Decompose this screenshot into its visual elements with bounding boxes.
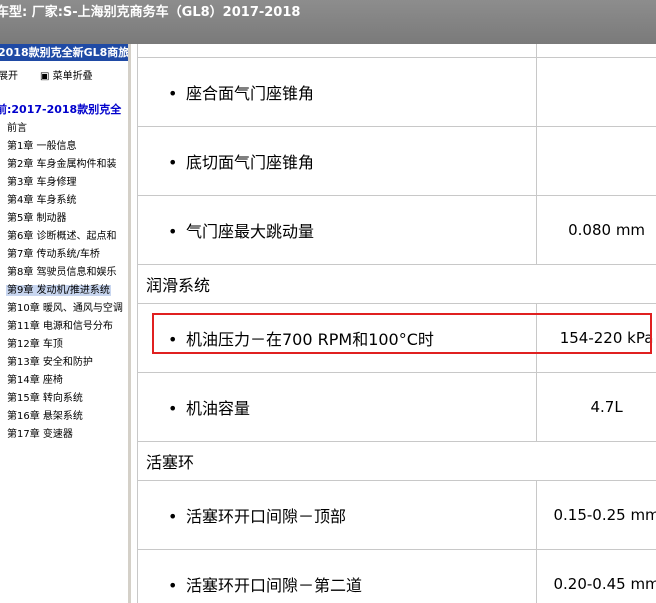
window-title: 车型: 厂家:S-上海别克商务车（GL8）2017-2018 [0, 5, 301, 20]
chapter-item[interactable]: 第12章 车顶 [6, 336, 124, 354]
spec-value: 4.7L [536, 372, 656, 442]
collapse-menu-link[interactable]: ▣ 菜单折叠 [40, 67, 93, 82]
table-row: • 机油压力－在700 RPM和100°C时 154-220 kPa [136, 303, 656, 373]
chapter-item-label: 第7章 传动系统/车桥 [7, 249, 100, 260]
chapter-item[interactable]: 第5章 制动器 [6, 210, 124, 228]
collapse-tree-icon: ▣ [40, 71, 53, 82]
section-header-row: 活塞环 [137, 441, 656, 481]
chapter-item[interactable]: 第16章 悬架系统 [6, 408, 124, 426]
spec-table: • 座合面气门座锥角 • 底切面气门座锥角 • 气门座最大跳动量 0.080 mm 润滑系统 •… [136, 44, 656, 603]
spec-label: 机油压力－在700 RPM和100°C时 [186, 330, 434, 349]
chapter-item-label: 第6章 诊断概述、起点和 [7, 231, 117, 242]
spec-value: 154-220 kPa [536, 303, 656, 373]
chapter-item[interactable]: 前言 [6, 120, 124, 138]
table-row [136, 44, 656, 58]
table-row: • 活塞环开口间隙－第二道 0.20-0.45 mm [136, 549, 656, 603]
content-pane: • 座合面气门座锥角 • 底切面气门座锥角 • 气门座最大跳动量 0.080 mm 润滑系统 •… [131, 44, 656, 603]
spec-label-cell: • 气门座最大跳动量 [136, 195, 538, 265]
spec-value: 0.20-0.45 mm [536, 549, 656, 603]
bullet-icon: • [168, 153, 178, 172]
spec-value: 0.080 mm [536, 195, 656, 265]
table-row: • 机油容量 4.7L [136, 372, 656, 442]
spec-label-cell: • 底切面气门座锥角 [136, 126, 538, 196]
chapter-item-label: 第5章 制动器 [7, 213, 67, 224]
chapter-item-label: 第8章 驾驶员信息和娱乐 [7, 267, 117, 278]
chapter-item-label: 第12章 车顶 [7, 339, 63, 350]
section-header-row: 润滑系统 [137, 264, 656, 304]
chapter-item[interactable]: 第6章 诊断概述、起点和 [6, 228, 124, 246]
chapter-item[interactable]: 第13章 安全和防护 [6, 354, 124, 372]
spec-label-cell: • 机油容量 [136, 372, 538, 442]
chapter-item[interactable]: 第14章 座椅 [6, 372, 124, 390]
spec-value [536, 57, 656, 127]
spec-label: 活塞环开口间隙－顶部 [186, 507, 347, 526]
spec-value: 0.15-0.25 mm [536, 480, 656, 550]
chapter-item[interactable]: 第1章 一般信息 [6, 138, 124, 156]
bullet-icon: • [168, 222, 178, 241]
book-title[interactable]: 2018款别克全新GL8商旅 [0, 44, 128, 61]
chapter-item[interactable]: 第4章 车身系统 [6, 192, 124, 210]
spec-label: 活塞环开口间隙－第二道 [186, 576, 363, 595]
spec-label-cell: • 活塞环开口间隙－第二道 [136, 549, 538, 603]
chapter-item-label: 第15章 转向系统 [7, 393, 83, 404]
expand-all-link[interactable]: 展开 [0, 67, 18, 82]
spec-label: 底切面气门座锥角 [186, 153, 315, 172]
chapter-item-label: 第14章 座椅 [7, 375, 63, 386]
spec-label-cell: • 机油压力－在700 RPM和100°C时 [136, 303, 538, 373]
chapter-item-label: 第10章 暖风、通风与空调 [7, 303, 123, 314]
chapter-item[interactable]: 第7章 传动系统/车桥 [6, 246, 124, 264]
chapter-item-label: 第17章 变速器 [7, 429, 73, 440]
window-title-bar: 车型: 厂家:S-上海别克商务车（GL8）2017-2018 [0, 0, 656, 44]
model-title[interactable]: 前:2017-2018款别克全 [0, 101, 121, 117]
chapter-tree: 前言第1章 一般信息第2章 车身金属构件和装 第3章 车身修理 第4章 车身系统 第5… [6, 120, 124, 444]
chapter-item[interactable]: 第3章 车身修理 [6, 174, 124, 192]
chapter-item[interactable]: 第15章 转向系统 [6, 390, 124, 408]
spec-value [536, 126, 656, 196]
chapter-item-label: 第11章 电源和信号分布 [7, 321, 113, 332]
chapter-item-label: 第13章 安全和防护 [7, 357, 93, 368]
spec-label-cell: • 活塞环开口间隙－顶部 [136, 480, 538, 550]
spec-label-cell: • 座合面气门座锥角 [136, 57, 538, 127]
tree-tools: 展开 ▣ 菜单折叠 [0, 65, 128, 82]
section-title: 润滑系统 [137, 264, 656, 304]
bullet-icon: • [168, 84, 178, 103]
chapter-item[interactable]: 第9章 发动机/推进系统 [6, 282, 124, 300]
table-row: • 座合面气门座锥角 [136, 57, 656, 127]
sidebar: 2018款别克全新GL8商旅 展开 ▣ 菜单折叠 前:2017-2018款别克全… [0, 44, 129, 603]
table-row: • 活塞环开口间隙－顶部 0.15-0.25 mm [136, 480, 656, 550]
bullet-icon: • [168, 507, 178, 526]
chapter-item[interactable]: 第17章 变速器 [6, 426, 124, 444]
chapter-item[interactable]: 第10章 暖风、通风与空调 [6, 300, 124, 318]
chapter-item[interactable]: 第11章 电源和信号分布 [6, 318, 124, 336]
chapter-item-label: 第3章 车身修理 [7, 177, 77, 188]
chapter-item-label: 第4章 车身系统 [7, 195, 77, 206]
chapter-item-label: 第1章 一般信息 [7, 141, 77, 152]
chapter-item[interactable]: 第2章 车身金属构件和装 [6, 156, 124, 174]
table-row: • 底切面气门座锥角 [136, 126, 656, 196]
chapter-item-label: 第9章 发动机/推进系统 [6, 285, 111, 296]
chapter-item[interactable]: 第8章 驾驶员信息和娱乐 [6, 264, 124, 282]
spec-label: 气门座最大跳动量 [186, 222, 315, 241]
chapter-item-label: 前言 [7, 123, 27, 134]
spec-label: 座合面气门座锥角 [186, 84, 315, 103]
chapter-item-label: 第16章 悬架系统 [7, 411, 83, 422]
bullet-icon: • [168, 399, 178, 418]
chapter-item-label: 第2章 车身金属构件和装 [7, 159, 117, 170]
bullet-icon: • [168, 576, 178, 595]
bullet-icon: • [168, 330, 178, 349]
spec-label: 机油容量 [186, 399, 251, 418]
table-row: • 气门座最大跳动量 0.080 mm [136, 195, 656, 265]
section-title: 活塞环 [137, 441, 656, 481]
